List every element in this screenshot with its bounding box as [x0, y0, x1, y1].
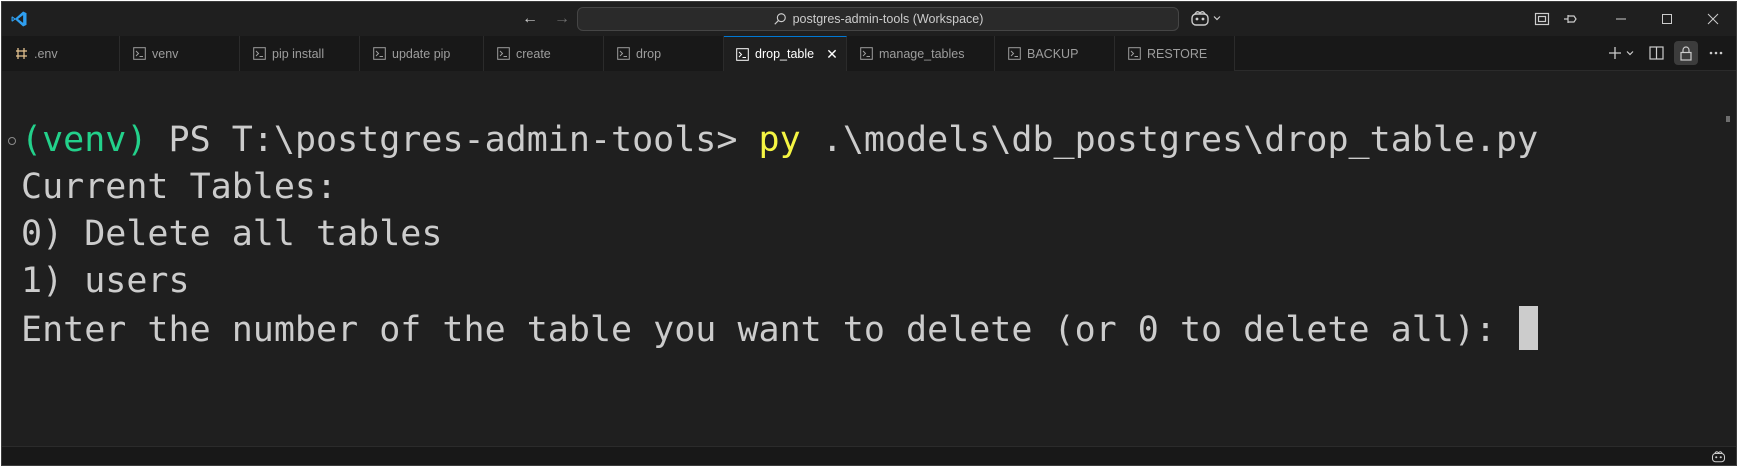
title-bar: ← → postgres-admin-tools (Workspace) [2, 2, 1736, 36]
terminal-output[interactable]: (venv) PS T:\postgres-admin-tools> py .\… [2, 72, 1736, 448]
close-tab-icon[interactable]: ✕ [826, 47, 838, 61]
new-terminal-button[interactable] [1605, 41, 1638, 65]
more-actions-icon[interactable] [1704, 41, 1728, 65]
copilot-icon [1191, 11, 1209, 26]
venv-indicator: (venv) [21, 120, 148, 160]
tab-label: manage_tables [879, 46, 965, 61]
tab-env[interactable]: .env [2, 36, 120, 71]
terminal-icon [1007, 47, 1021, 61]
command-center-search[interactable]: postgres-admin-tools (Workspace) [577, 7, 1179, 31]
close-window-button[interactable] [1690, 2, 1736, 36]
status-bar [2, 446, 1736, 465]
tab-label: pip install [272, 46, 325, 61]
command-name: py [758, 120, 801, 160]
split-editor-icon[interactable] [1644, 41, 1668, 65]
tab-label: .env [34, 46, 58, 61]
tab-label: create [516, 46, 551, 61]
input-prompt-text: Enter the number of the table you want t… [21, 310, 1518, 350]
tab-manage-tables[interactable]: manage_tables [847, 36, 995, 71]
search-icon [773, 13, 786, 25]
tab-label: BACKUP [1027, 46, 1079, 61]
tab-label: RESTORE [1147, 46, 1208, 61]
terminal-icon [859, 47, 873, 61]
command-decoration-icon[interactable] [8, 137, 16, 145]
tab-label: update pip [392, 46, 451, 61]
back-arrow-icon[interactable]: ← [519, 9, 541, 29]
chevron-down-icon [1213, 16, 1221, 21]
terminal-icon [252, 47, 266, 61]
minimize-button[interactable] [1598, 2, 1644, 36]
workspace-title: postgres-admin-tools (Workspace) [792, 12, 984, 26]
maximize-button[interactable] [1644, 2, 1690, 36]
vscode-window: ← → postgres-admin-tools (Workspace) .en… [1, 1, 1737, 466]
terminal-icon [1127, 47, 1141, 61]
terminal-icon [736, 47, 749, 61]
tab-label: venv [152, 46, 179, 61]
tab-update-pip[interactable]: update pip [360, 36, 484, 71]
terminal-tab-bar: .env venv pip install update pip create … [2, 36, 1736, 71]
tab-backup[interactable]: BACKUP [995, 36, 1115, 71]
tab-venv[interactable]: venv [120, 36, 240, 71]
tab-drop-table[interactable]: drop_table ✕ [724, 36, 847, 71]
command-args: .\models\db_postgres\drop_table.py [800, 120, 1539, 160]
tab-restore[interactable]: RESTORE [1115, 36, 1235, 71]
tab-drop[interactable]: drop [604, 36, 724, 71]
plus-icon [1609, 47, 1621, 59]
customize-layout-icon[interactable] [1528, 2, 1556, 36]
output-line-option-1: 1) users [21, 261, 190, 301]
forward-arrow-icon[interactable]: → [551, 9, 573, 29]
prompt-path: PS T:\postgres-admin-tools> [147, 120, 759, 160]
terminal-icon [616, 47, 630, 61]
tab-label: drop [636, 46, 662, 61]
tab-label: drop_table [755, 47, 815, 61]
lock-group-icon[interactable] [1674, 41, 1698, 65]
output-line-current-tables: Current Tables: [21, 167, 338, 207]
prompt-line: (venv) PS T:\postgres-admin-tools> py .\… [21, 117, 1538, 164]
copilot-menu-button[interactable] [1190, 9, 1222, 27]
text-cursor[interactable] [1519, 306, 1539, 350]
env-settings-icon [14, 47, 28, 61]
chevron-down-icon [1626, 51, 1634, 56]
output-line-option-0: 0) Delete all tables [21, 214, 443, 254]
tab-pip-install[interactable]: pip install [240, 36, 360, 71]
terminal-icon [496, 47, 510, 61]
tab-create[interactable]: create [484, 36, 604, 71]
terminal-icon [372, 47, 386, 61]
copilot-status-icon[interactable] [1711, 449, 1726, 464]
pin-icon[interactable] [1556, 2, 1584, 36]
scrollbar-indicator[interactable] [1726, 116, 1730, 122]
vscode-logo-icon[interactable] [10, 10, 28, 28]
terminal-icon [132, 47, 146, 61]
input-prompt-line: Enter the number of the table you want t… [21, 306, 1539, 353]
